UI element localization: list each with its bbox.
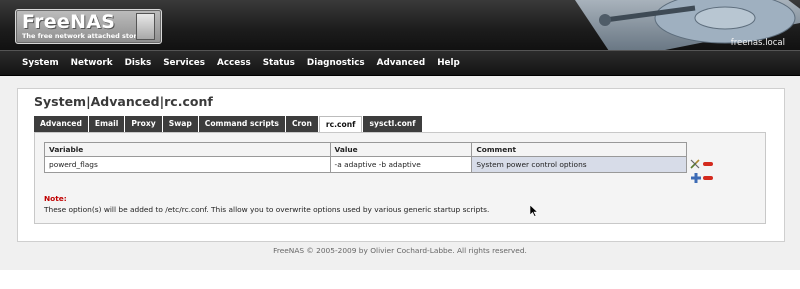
delete-all-icon[interactable] (702, 173, 714, 183)
bottom-bar (0, 270, 800, 289)
main-menu: System Network Disks Services Access Sta… (0, 50, 800, 76)
table-header-row: Variable Value Comment (44, 142, 687, 157)
note-label: Note: (44, 194, 67, 203)
menu-network[interactable]: Network (71, 51, 113, 75)
tab-content: Variable Value Comment powerd_flags -a a… (34, 132, 766, 224)
column-header-comment: Comment (471, 142, 687, 157)
menu-status[interactable]: Status (263, 51, 295, 75)
tab-bar: Advanced Email Proxy Swap Command script… (34, 116, 423, 133)
menu-diagnostics[interactable]: Diagnostics (307, 51, 365, 75)
table-row[interactable]: powerd_flags -a adaptive -b adaptive Sys… (44, 156, 687, 173)
tab-email[interactable]: Email (88, 116, 125, 132)
row-actions (690, 159, 720, 189)
header: FreeNAS The free network attached storag… (0, 0, 800, 50)
column-header-value: Value (329, 142, 473, 157)
tab-cron[interactable]: Cron (285, 116, 318, 132)
cell-variable: powerd_flags (44, 156, 331, 173)
note-text: These option(s) will be added to /etc/rc… (44, 205, 490, 214)
mouse-cursor-icon (530, 205, 538, 217)
cell-comment: System power control options (471, 156, 687, 173)
logo-tagline: The free network attached storage (22, 32, 151, 40)
column-header-variable: Variable (44, 142, 331, 157)
menu-services[interactable]: Services (163, 51, 205, 75)
rc-conf-table: Variable Value Comment powerd_flags -a a… (44, 142, 687, 173)
tab-proxy[interactable]: Proxy (125, 116, 162, 132)
add-icon[interactable] (690, 173, 702, 183)
server-box-icon (136, 13, 155, 40)
tab-rc-conf[interactable]: rc.conf (318, 116, 363, 133)
logo-title: FreeNAS (22, 11, 116, 33)
menu-access[interactable]: Access (217, 51, 251, 75)
tab-sysctl-conf[interactable]: sysctl.conf (363, 116, 422, 132)
menu-help[interactable]: Help (437, 51, 460, 75)
menu-advanced[interactable]: Advanced (377, 51, 426, 75)
footer-copyright: FreeNAS © 2005-2009 by Olivier Cochard-L… (273, 246, 527, 255)
cell-value: -a adaptive -b adaptive (329, 156, 473, 173)
page-title: System|Advanced|rc.conf (34, 94, 213, 109)
freenas-logo[interactable]: FreeNAS The free network attached storag… (15, 9, 162, 44)
tab-command-scripts[interactable]: Command scripts (198, 116, 285, 132)
main-panel: System|Advanced|rc.conf Advanced Email P… (17, 88, 785, 242)
menu-system[interactable]: System (22, 51, 59, 75)
menu-disks[interactable]: Disks (125, 51, 152, 75)
tab-swap[interactable]: Swap (162, 116, 198, 132)
hostname-label: freenas.local (730, 38, 785, 48)
delete-icon[interactable] (702, 159, 714, 169)
tab-advanced[interactable]: Advanced (34, 116, 88, 132)
edit-icon[interactable] (690, 159, 702, 169)
